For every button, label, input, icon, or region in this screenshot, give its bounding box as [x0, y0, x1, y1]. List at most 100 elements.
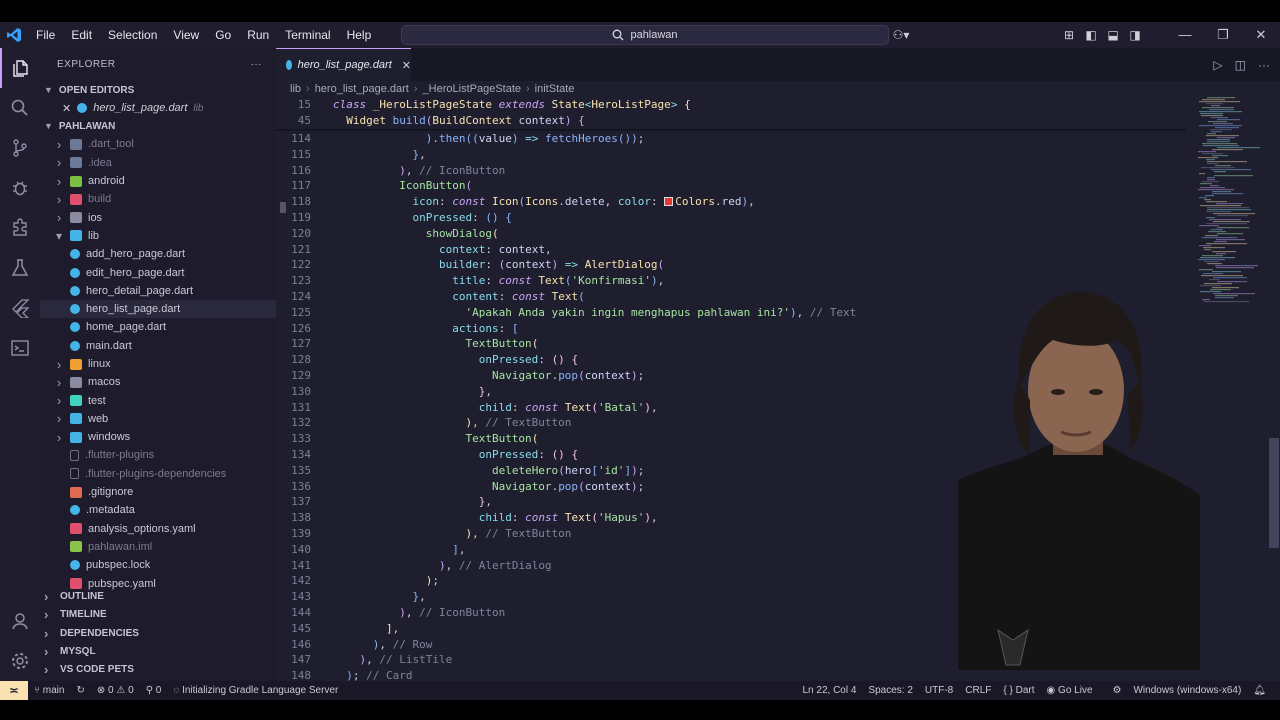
go-live-button[interactable]: ◉ Go Live	[1041, 685, 1099, 696]
open-editor-item[interactable]: ✕ hero_list_page.dart lib	[40, 99, 276, 117]
language-mode[interactable]: { } Dart	[997, 685, 1040, 696]
tree-item[interactable]: .flutter-plugins-dependencies	[40, 465, 276, 483]
menu-go[interactable]: Go	[207, 22, 239, 48]
tree-item[interactable]: pahlawan.iml	[40, 538, 276, 556]
settings-gear-icon[interactable]	[0, 641, 40, 681]
menu-view[interactable]: View	[165, 22, 207, 48]
indentation[interactable]: Spaces: 2	[862, 685, 918, 696]
vertical-scrollbar-thumb[interactable]	[1269, 438, 1279, 548]
restore-icon[interactable]: ❐	[1204, 27, 1242, 43]
run-icon[interactable]: ▷	[1213, 58, 1222, 72]
tree-item[interactable]: pubspec.lock	[40, 556, 276, 574]
breadcrumb-item[interactable]: lib	[290, 83, 301, 95]
tree-item[interactable]: home_page.dart	[40, 318, 276, 336]
menu-file[interactable]: File	[28, 22, 63, 48]
menu-selection[interactable]: Selection	[100, 22, 165, 48]
tree-item[interactable]: analysis_options.yaml	[40, 520, 276, 538]
tree-item[interactable]: ▾ lib	[40, 227, 276, 245]
chevron-right-icon: ›	[44, 625, 49, 641]
split-editor-icon[interactable]: ◫	[1235, 58, 1246, 72]
tree-item[interactable]: › build	[40, 190, 276, 208]
end-of-line[interactable]: CRLF	[959, 685, 997, 696]
open-editors-section[interactable]: ▼ OPEN EDITORS	[40, 81, 276, 99]
tree-item[interactable]: hero_detail_page.dart	[40, 282, 276, 300]
breadcrumb-item[interactable]: hero_list_page.dart	[315, 83, 409, 95]
tree-item-label: .flutter-plugins	[85, 449, 155, 462]
flutter-device-icon[interactable]: ⚙	[1107, 685, 1128, 696]
tab-hero-list-page[interactable]: hero_list_page.dart ✕	[276, 48, 411, 81]
section-mysql[interactable]: › MYSQL	[40, 642, 276, 660]
task-status[interactable]: ◌ Initializing Gradle Language Server	[167, 685, 344, 696]
tree-item[interactable]: › ios	[40, 208, 276, 226]
tree-item[interactable]: › android	[40, 172, 276, 190]
dart-file-icon	[77, 103, 88, 114]
line-number: 123	[291, 274, 311, 288]
tree-item[interactable]: main.dart	[40, 337, 276, 355]
command-center-search[interactable]: pahlawan	[401, 25, 889, 45]
close-editor-icon[interactable]: ✕	[62, 102, 71, 115]
tree-item[interactable]: edit_hero_page.dart	[40, 263, 276, 281]
terminal-panel-icon[interactable]	[0, 328, 40, 368]
remote-indicator-icon[interactable]: ≍	[0, 681, 28, 700]
flutter-icon[interactable]	[0, 288, 40, 328]
menu-help[interactable]: Help	[339, 22, 380, 48]
minimap[interactable]	[1194, 97, 1274, 307]
chevron-right-icon: ›	[56, 155, 62, 171]
menu-terminal[interactable]: Terminal	[277, 22, 338, 48]
search-activity-icon[interactable]	[0, 88, 40, 128]
section-dependencies[interactable]: › DEPENDENCIES	[40, 624, 276, 642]
tree-item[interactable]: add_hero_page.dart	[40, 245, 276, 263]
more-actions-icon[interactable]: ···	[251, 59, 263, 70]
tree-item[interactable]: › linux	[40, 355, 276, 373]
tree-item[interactable]: › windows	[40, 428, 276, 446]
menu-edit[interactable]: Edit	[63, 22, 100, 48]
tree-item-label: pahlawan.iml	[88, 540, 153, 553]
accounts-icon[interactable]	[0, 601, 40, 641]
encoding[interactable]: UTF-8	[919, 685, 959, 696]
breadcrumb-item[interactable]: initState	[535, 83, 575, 95]
tree-item[interactable]: .gitignore	[40, 483, 276, 501]
toggle-primary-sidebar-icon[interactable]: ◧	[1080, 28, 1102, 42]
toggle-panel-icon[interactable]: ⬓	[1102, 28, 1124, 42]
customize-layout-icon[interactable]: ⊞	[1058, 28, 1080, 42]
file-tree: › .dart_tool › .idea › android › build › ios ▾ lib a…	[40, 135, 276, 592]
tree-item[interactable]: hero_list_page.dart	[40, 299, 276, 319]
section-outline[interactable]: › OUTLINE	[40, 588, 276, 606]
run-debug-icon[interactable]	[0, 168, 40, 208]
explorer-sidebar: EXPLORER ··· ▼ OPEN EDITORS ✕ hero_list_p…	[40, 48, 276, 681]
tree-item-label: .gitignore	[88, 486, 134, 499]
tree-item[interactable]: .flutter-plugins	[40, 446, 276, 464]
problems-status[interactable]: ⊗ 0 ⚠ 0	[91, 685, 140, 696]
minimize-icon[interactable]: —	[1166, 27, 1204, 43]
testing-icon[interactable]	[0, 248, 40, 288]
ports-status[interactable]: ⚲ 0	[140, 685, 168, 696]
section-vs-code-pets[interactable]: › VS CODE PETS	[40, 661, 276, 679]
menu-run[interactable]: Run	[239, 22, 277, 48]
toggle-secondary-sidebar-icon[interactable]: ◨	[1124, 28, 1146, 42]
notifications-bell-icon[interactable]: 🔔︎	[1247, 685, 1272, 696]
close-tab-icon[interactable]: ✕	[402, 59, 411, 72]
chevron-right-icon: ›	[56, 191, 62, 207]
extensions-icon[interactable]	[0, 208, 40, 248]
tree-item-label: main.dart	[86, 339, 132, 352]
tree-item[interactable]: › test	[40, 391, 276, 409]
tree-item[interactable]: .metadata	[40, 501, 276, 519]
tree-item[interactable]: › .dart_tool	[40, 135, 276, 153]
line-number: 117	[291, 179, 311, 193]
line-number: 130	[291, 384, 311, 398]
cursor-position[interactable]: Ln 22, Col 4	[796, 685, 862, 696]
tree-item[interactable]: › macos	[40, 373, 276, 391]
section-timeline[interactable]: › TIMELINE	[40, 606, 276, 624]
source-control-icon[interactable]	[0, 128, 40, 168]
explorer-icon[interactable]	[0, 48, 40, 88]
project-section[interactable]: ▼ PAHLAWAN	[40, 117, 276, 135]
flutter-device[interactable]: Windows (windows-x64)	[1127, 685, 1247, 696]
sync-icon[interactable]: ↻	[70, 685, 90, 696]
close-window-icon[interactable]: ✕	[1242, 27, 1280, 43]
more-editor-actions-icon[interactable]: ···	[1258, 58, 1270, 72]
copilot-icon[interactable]: ⚇▾	[886, 28, 916, 42]
breadcrumb-item[interactable]: _HeroListPageState	[423, 83, 521, 95]
tree-item[interactable]: › .idea	[40, 154, 276, 172]
branch-status[interactable]: ⑂ main	[28, 685, 70, 696]
tree-item[interactable]: › web	[40, 410, 276, 428]
